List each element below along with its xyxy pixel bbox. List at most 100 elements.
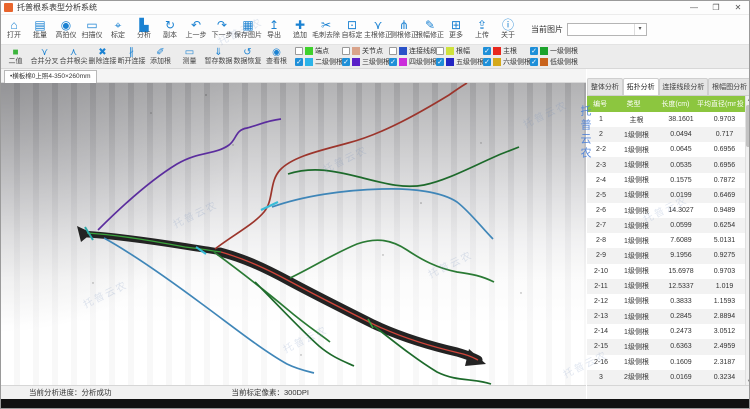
layer-toggle-低级侧根[interactable]: ✓低级侧根 [530,57,577,67]
add-root-button[interactable]: ✐添加根 [146,45,175,68]
checkbox-unchecked-icon[interactable] [295,47,303,55]
table-row[interactable]: 2-151级侧根0.63632.4959 [587,339,745,354]
table-row[interactable]: 2-81级侧根7.60895.0131 [587,233,745,248]
checkbox-checked-icon[interactable]: ✓ [295,58,303,66]
table-row[interactable]: 2-31级侧根0.05350.6956 [587,157,745,172]
table-cell: 1级侧根 [615,145,658,155]
tab-连接线段分析[interactable]: 连接线段分析 [659,78,709,95]
break-link-button[interactable]: ∦断开连接 [117,45,146,68]
image-tab[interactable]: •横板棉0上照4-350×260mm [4,70,97,83]
checkbox-checked-icon[interactable]: ✓ [483,47,491,55]
table-row[interactable]: 2-131级侧根0.28452.8894 [587,309,745,324]
table-row[interactable]: 32级侧根0.01690.3234 [587,370,745,385]
checkbox-checked-icon[interactable]: ✓ [342,58,350,66]
layer-toggle-主根[interactable]: ✓主根 [483,46,530,56]
main-root-fix-button[interactable]: ⋎主根修正 [365,15,391,44]
vertical-scrollbar[interactable]: ▲ ▼ [745,96,750,385]
delete-link-button[interactable]: ✖删除连接 [88,45,117,68]
batch-button[interactable]: ▤批量 [27,15,53,44]
layer-toggle-端点[interactable]: 端点 [295,46,342,56]
scanner-button[interactable]: ▭扫描仪 [79,15,105,44]
current-image-select[interactable]: ▾ [567,23,647,36]
checkbox-checked-icon[interactable]: ✓ [483,58,491,66]
binary-icon: ■ [12,47,18,58]
merge-fork-button[interactable]: ⋎合并分叉 [30,45,59,68]
calibrate-button[interactable]: ⌖标定 [105,15,131,44]
checkbox-checked-icon[interactable]: ✓ [530,58,538,66]
chevron-down-icon[interactable]: ▾ [634,24,645,35]
next-step-button[interactable]: ↷下一步 [209,15,235,44]
more-button[interactable]: ⊞更多 [443,15,469,44]
checkbox-unchecked-icon[interactable] [389,47,397,55]
duplicate-button[interactable]: ↻副本 [157,15,183,44]
toolbar-primary: ⌂打开▤批量◉高拍仪▭扫描仪⌖标定▙分析↻副本↶上一步↷下一步▦保存图片↥导出✚… [1,15,750,45]
layer-toggle-一级侧根[interactable]: ✓一级侧根 [530,46,577,56]
layer-toggle-二级侧根[interactable]: ✓二级侧根 [295,57,342,67]
table-row[interactable]: 2-111级侧根12.53371.019 [587,279,745,294]
minimize-button[interactable]: — [683,1,705,14]
table-row[interactable]: 21级侧根0.04940.717 [587,127,745,142]
table-cell: 1级侧根 [615,236,658,246]
layer-toggle-三级侧根[interactable]: ✓三级侧根 [342,57,389,67]
table-row[interactable]: 2-21级侧根0.06450.6956 [587,142,745,157]
restore-data-button[interactable]: ↺数据恢复 [233,45,262,68]
fork-icon: ⋎ [374,19,383,32]
merge-tip-button[interactable]: ⋏合并根尖 [59,45,88,68]
table-row[interactable]: 2-161级侧根0.16092.3187 [587,355,745,370]
save-image-button[interactable]: ▦保存图片 [235,15,261,44]
table-row[interactable]: 2-51级侧根0.01990.6469 [587,188,745,203]
append-button[interactable]: ✚追加 [287,15,313,44]
table-cell: 1级侧根 [615,342,658,352]
tab-拓扑分析[interactable]: 拓扑分析 [623,78,659,95]
layer-toggle-连接线段[interactable]: 连接线段 [389,46,436,56]
lateral-root-fix-button[interactable]: ⋔侧根修正 [391,15,417,44]
analyze-button[interactable]: ▙分析 [131,15,157,44]
table-row[interactable]: 2-141级侧根0.24733.0512 [587,324,745,339]
layer-toggle-关节点[interactable]: 关节点 [342,46,389,56]
table-row[interactable]: 2-71级侧根0.05990.6254 [587,218,745,233]
canvas-area: •横板棉0上照4-350×260mm [1,69,586,385]
table-cell: 2-10 [587,268,615,275]
checkbox-checked-icon[interactable]: ✓ [389,58,397,66]
export-button[interactable]: ↥导出 [261,15,287,44]
open-button[interactable]: ⌂打开 [1,15,27,44]
root-width-fix-button[interactable]: ✎根幅修正 [417,15,443,44]
table-row[interactable]: 2-101级侧根15.69780.9703 [587,264,745,279]
layer-toggle-四级侧根[interactable]: ✓四级侧根 [389,57,436,67]
upload-button[interactable]: ⇪上传 [469,15,495,44]
table-cell: 2-8 [587,237,615,244]
checkbox-unchecked-icon[interactable] [436,47,444,55]
close-button[interactable]: ✕ [727,1,749,14]
tab-根幅图分析[interactable]: 根幅图分析 [708,78,750,95]
maximize-button[interactable]: ❐ [705,1,727,14]
layer-label: 六级侧根 [503,57,531,67]
vertical-scroll-thumb[interactable] [746,105,750,147]
column-header: 长度(cm) [654,99,697,109]
deburr-button[interactable]: ✂毛刺去除 [313,15,339,44]
table-row[interactable]: 2-91级侧根9.19560.9275 [587,248,745,263]
checkbox-checked-icon[interactable]: ✓ [530,47,538,55]
binary-button[interactable]: ■二值 [1,45,30,68]
layer-toggle-六级侧根[interactable]: ✓ 六级侧根 [483,57,530,67]
table-row[interactable]: 2-61级侧根14.30270.9489 [587,203,745,218]
layer-toggle-根幅[interactable]: 根幅 [436,46,483,56]
prev-step-button[interactable]: ↶上一步 [183,15,209,44]
about-button[interactable]: ⓘ关于 [495,15,521,44]
redo-arrow-icon: ↷ [217,19,227,32]
doc-camera-button[interactable]: ◉高拍仪 [53,15,79,44]
scroll-up-icon[interactable]: ▲ [746,96,750,104]
scroll-down-icon[interactable]: ▼ [746,377,750,385]
tab-整体分析[interactable]: 整体分析 [587,78,623,95]
table-row[interactable]: 2-41级侧根0.15750.7872 [587,173,745,188]
stash-data-button[interactable]: ⇓暂存数据 [204,45,233,68]
image-canvas[interactable] [1,83,586,385]
view-root-button[interactable]: ◉查看根 [262,45,291,68]
table-cell: 2-6 [587,207,615,214]
measure-button[interactable]: ▭测量 [175,45,204,68]
self-calibrate-button[interactable]: ⊡自标定 [339,15,365,44]
checkbox-checked-icon[interactable]: ✓ [436,58,444,66]
checkbox-unchecked-icon[interactable] [342,47,350,55]
layer-toggle-五级侧根[interactable]: ✓五级侧根 [436,57,483,67]
table-row[interactable]: 2-121级侧根0.38331.1593 [587,294,745,309]
table-row[interactable]: 1主根38.16010.9703 [587,112,745,127]
